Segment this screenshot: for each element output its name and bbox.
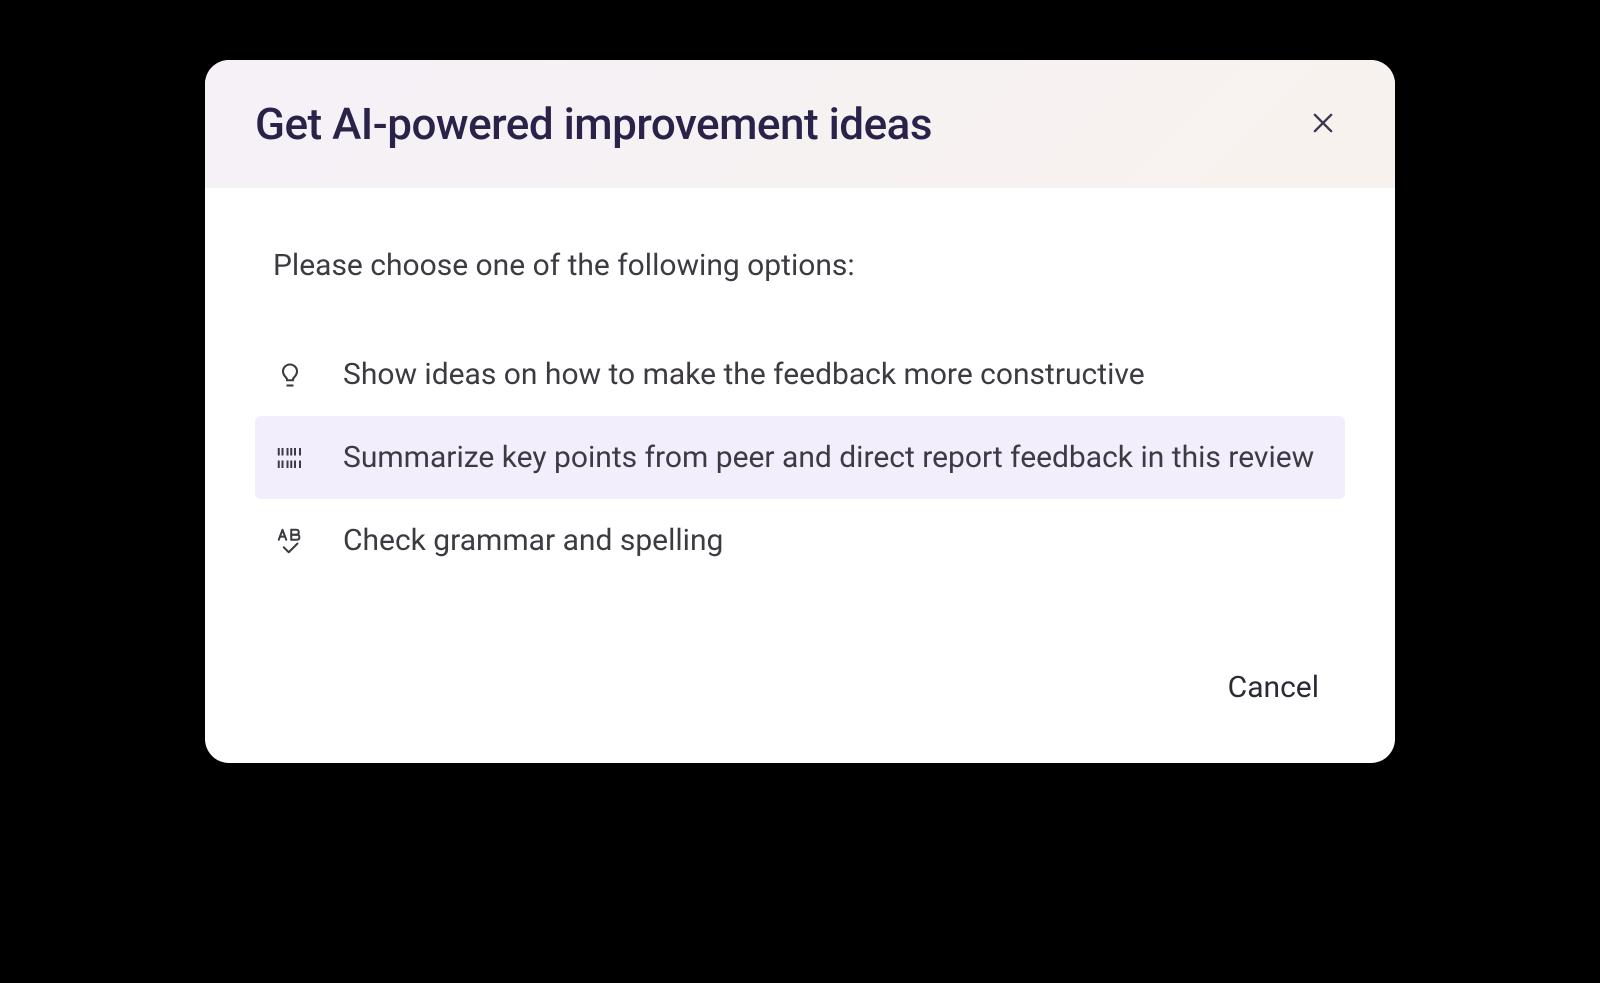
option-label: Check grammar and spelling — [343, 521, 723, 560]
lightbulb-icon — [273, 358, 307, 392]
modal-footer: Cancel — [205, 622, 1395, 763]
option-list: Show ideas on how to make the feedback m… — [255, 333, 1345, 582]
abc-check-icon — [273, 524, 307, 558]
modal-title: Get AI-powered improvement ideas — [255, 98, 932, 150]
prompt-text: Please choose one of the following optio… — [255, 248, 1345, 283]
option-summarize-feedback[interactable]: Summarize key points from peer and direc… — [255, 416, 1345, 499]
option-label: Summarize key points from peer and direc… — [343, 438, 1314, 477]
barcode-icon — [273, 441, 307, 475]
option-constructive-feedback[interactable]: Show ideas on how to make the feedback m… — [255, 333, 1345, 416]
modal-header: Get AI-powered improvement ideas — [205, 60, 1395, 188]
option-label: Show ideas on how to make the feedback m… — [343, 355, 1145, 394]
modal-body: Please choose one of the following optio… — [205, 188, 1395, 622]
close-icon — [1309, 109, 1337, 140]
option-grammar-spelling[interactable]: Check grammar and spelling — [255, 499, 1345, 582]
cancel-button[interactable]: Cancel — [1212, 662, 1335, 713]
ai-improvement-modal: Get AI-powered improvement ideas Please … — [205, 60, 1395, 763]
close-button[interactable] — [1301, 101, 1345, 148]
